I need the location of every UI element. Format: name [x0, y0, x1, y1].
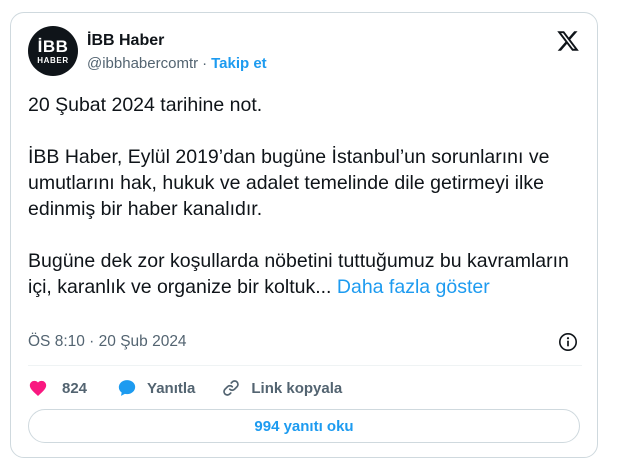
x-logo-icon[interactable]: [556, 29, 580, 53]
tweet-paragraph-3: Bugüne dek zor koşullarda nöbetini tuttu…: [28, 248, 588, 300]
tweet-paragraph-2: İBB Haber, Eylül 2019’dan bugüne İstanbu…: [28, 146, 550, 220]
author-name[interactable]: İBB Haber: [87, 32, 164, 50]
read-replies-button[interactable]: 994 yanıtı oku: [28, 409, 580, 443]
info-icon[interactable]: [558, 332, 578, 352]
like-button[interactable]: 824: [28, 378, 87, 398]
show-more-link[interactable]: Daha fazla göster: [337, 276, 490, 298]
tweet-paragraph-1: 20 Şubat 2024 tarihine not.: [28, 94, 263, 116]
avatar-logo-line2: HABER: [37, 55, 69, 65]
divider: [28, 365, 582, 366]
avatar-logo-line1: İBB: [37, 36, 69, 56]
heart-icon: [29, 380, 47, 396]
like-count: 824: [62, 379, 88, 397]
reply-label: Yanıtla: [147, 379, 196, 397]
avatar[interactable]: İBB HABER: [28, 26, 78, 76]
copy-link-label: Link kopyala: [251, 379, 343, 397]
follow-button[interactable]: Takip et: [211, 55, 267, 72]
tweet-text: 20 Şubat 2024 tarihine not. İBB Haber, E…: [28, 92, 588, 300]
author-handle[interactable]: @ibbhabercomtr: [87, 55, 198, 72]
author-handle-row: @ibbhabercomtr · Takip et: [87, 55, 267, 72]
reply-bubble-icon: [118, 380, 136, 396]
tweet-timestamp[interactable]: ÖS 8:10 · 20 Şub 2024: [28, 333, 187, 351]
reply-button[interactable]: Yanıtla: [117, 378, 195, 398]
tweet-card: İBB HABER İBB Haber @ibbhabercomtr · Takip…: [10, 12, 598, 458]
link-icon: [223, 380, 240, 396]
separator-dot: ·: [202, 55, 208, 72]
copy-link-button[interactable]: Link kopyala: [221, 378, 342, 398]
action-bar: 824 Yanıtla Link kopyala: [28, 375, 342, 401]
